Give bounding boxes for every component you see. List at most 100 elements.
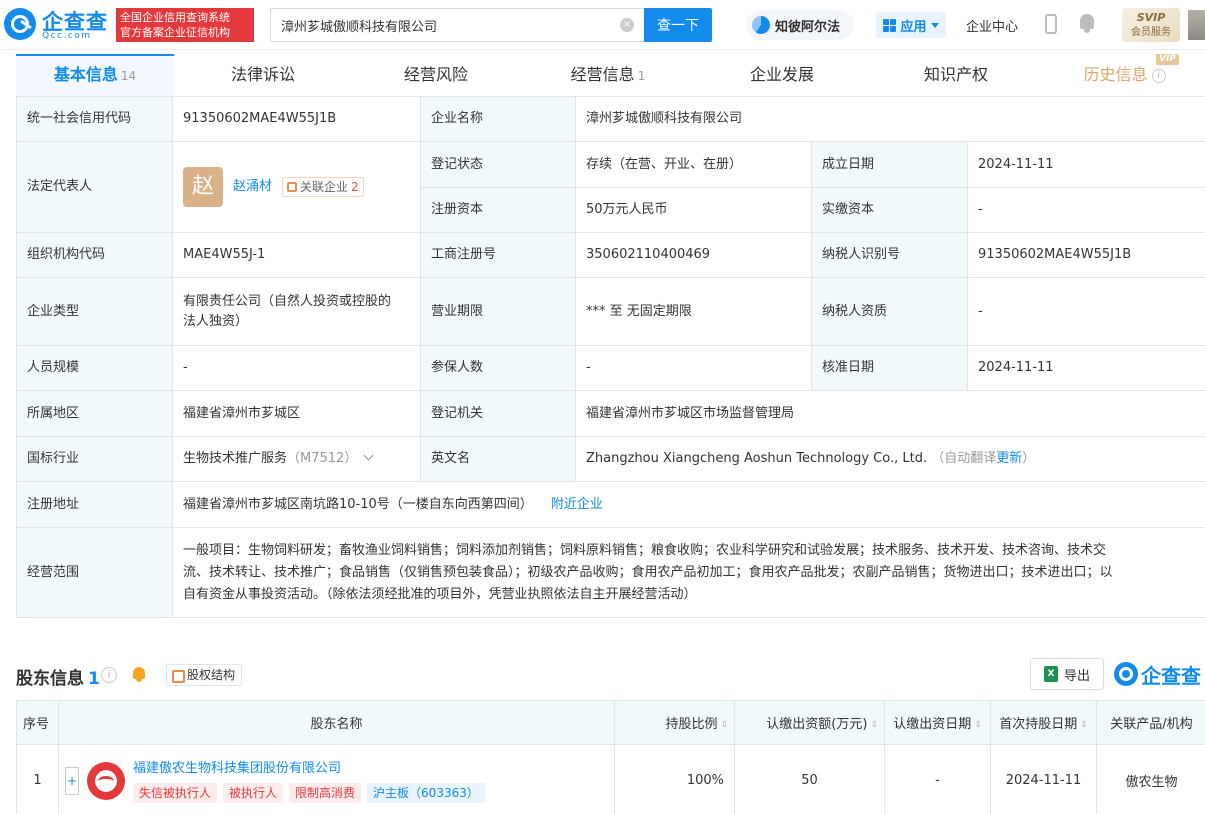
english-name: Zhangzhou Xiangcheng Aoshun Technology C… xyxy=(586,451,928,466)
gov-badge-line1: 全国企业信用查询系统 xyxy=(120,11,230,24)
table-row: 人员规模 - 参保人数 - 核准日期 2024-11-11 xyxy=(16,345,1205,391)
industry-value[interactable]: 生物技术推广服务（M7512） xyxy=(172,436,421,482)
auto-translate-note-end: ） xyxy=(1022,451,1036,466)
tab-risk[interactable]: 经营风险 xyxy=(352,54,520,96)
tab-basic-info[interactable]: 基本信息 14 xyxy=(16,54,174,96)
info-icon[interactable]: i xyxy=(1151,68,1166,83)
mobile-phone-icon[interactable] xyxy=(1045,14,1057,34)
address-label: 注册地址 xyxy=(16,481,173,528)
col-first-hold-date[interactable]: 首次持股日期 ⇕ xyxy=(990,700,1097,745)
related-companies-tag[interactable]: 关联企业 2 xyxy=(282,177,364,197)
related-icon xyxy=(287,182,298,192)
clear-icon[interactable]: × xyxy=(620,18,634,32)
scope-line2: 流、技术转让、技术推广；食品销售（仅销售预包装食品）；初级农产品收购；食用农产品… xyxy=(183,564,1113,580)
translate-update-link[interactable]: 更新 xyxy=(996,451,1022,466)
col-subscribed[interactable]: 认缴出资额(万元) ⇕ xyxy=(734,700,885,745)
col-index: 序号 xyxy=(16,700,59,745)
user-avatar[interactable] xyxy=(1188,10,1205,40)
related-label: 关联企业 xyxy=(300,180,349,194)
caret-down-icon xyxy=(930,22,939,28)
sort-icon[interactable]: ⇕ xyxy=(974,720,982,730)
scope-line3: 自有资金从事投资活动。（除依法须经批准的项目外，凭营业执照依法自主开展经营活动） xyxy=(183,586,697,602)
risk-tag[interactable]: 失信被执行人 xyxy=(133,782,218,803)
col-subscribe-date[interactable]: 认缴出资日期 ⇕ xyxy=(884,700,991,745)
col-ratio[interactable]: 持股比例 ⇕ xyxy=(614,700,735,745)
search-button[interactable]: 查一下 xyxy=(644,8,712,42)
enterprise-center-link[interactable]: 企业中心 xyxy=(966,16,1018,35)
top-bar: 企查查 Qcc.com 全国企业信用查询系统 官方备案企业征信机构 × 查一下 … xyxy=(0,0,1205,50)
expand-icon[interactable]: + xyxy=(65,766,79,795)
holding-ratio: 100% xyxy=(614,744,735,814)
notification-bell-icon[interactable] xyxy=(1078,14,1096,34)
credit-code-label: 统一社会信用代码 xyxy=(16,96,173,142)
sort-icon[interactable]: ⇕ xyxy=(720,720,728,730)
tab-label: 企业发展 xyxy=(749,65,814,84)
biz-reg-no-value: 350602110400469 xyxy=(575,232,812,278)
tab-label: 基本信息 xyxy=(53,65,118,84)
tab-label: 经营风险 xyxy=(403,65,468,84)
col-first-hold-label: 首次持股日期 xyxy=(999,717,1078,732)
risk-tag[interactable]: 限制高消费 xyxy=(289,782,362,803)
taxpayer-id-label: 纳税人识别号 xyxy=(811,232,968,278)
related-product-link[interactable]: 傲农生物 xyxy=(1096,744,1205,814)
sort-icon[interactable]: ⇕ xyxy=(1080,720,1088,730)
ent-type-line2: 法人独资） xyxy=(183,313,249,329)
brand-text: 企查查 xyxy=(1141,663,1201,688)
svip-button[interactable]: SVIP 会员服务 xyxy=(1122,8,1180,42)
tab-label: 经营信息 xyxy=(570,65,635,84)
zhibi-logo-icon xyxy=(752,16,770,34)
col-subscribe-date-label: 认缴出资日期 xyxy=(893,717,972,732)
search-input[interactable] xyxy=(270,8,644,42)
svip-label: SVIP xyxy=(1136,11,1166,24)
monitor-bell-icon[interactable] xyxy=(132,667,146,683)
table-row: 经营范围 一般项目：生物饲料研发；畜牧渔业饲料销售；饲料添加剂销售；饲料原料销售… xyxy=(16,527,1205,618)
sort-icon[interactable]: ⇕ xyxy=(870,720,878,730)
risk-tag[interactable]: 被执行人 xyxy=(223,782,284,803)
holder-logo[interactable] xyxy=(87,761,125,800)
export-label: 导出 xyxy=(1063,668,1090,684)
gov-badge: 全国企业信用查询系统 官方备案企业征信机构 xyxy=(116,8,254,42)
shareholders-title-text: 股东信息 xyxy=(16,669,84,689)
status-label: 登记状态 xyxy=(420,141,576,188)
region-value: 福建省漳州市芗城区 xyxy=(172,390,421,437)
table-header-row: 序号 股东名称 持股比例 ⇕ 认缴出资额(万元) ⇕ 认缴出资日期 ⇕ 首次持股日期 ⇕… xyxy=(16,700,1205,745)
industry-label: 国标行业 xyxy=(16,436,173,482)
legal-rep-avatar[interactable]: 赵 xyxy=(183,167,223,207)
apps-menu[interactable]: 应用 xyxy=(876,12,946,38)
legal-rep-name-link[interactable]: 赵涌材 xyxy=(233,177,272,197)
apps-label: 应用 xyxy=(900,19,927,35)
help-icon[interactable]: i xyxy=(101,667,117,683)
svip-sub-label: 会员服务 xyxy=(1131,27,1171,38)
legal-rep-cell: 赵 赵涌材 关联企业 2 xyxy=(172,141,421,233)
tab-ip[interactable]: 知识产权 xyxy=(868,54,1044,96)
tab-legal[interactable]: 法律诉讼 xyxy=(174,54,352,96)
staff-size-value: - xyxy=(172,345,421,391)
tab-history[interactable]: 历史信息 i VIP xyxy=(1044,54,1205,96)
company-name-label: 企业名称 xyxy=(420,96,576,142)
table-row: 1 + 福建傲农生物科技集团股份有限公司 失信被执行人 被执行人 限制高消费 沪… xyxy=(16,744,1205,814)
tab-development[interactable]: 企业发展 xyxy=(696,54,868,96)
tab-label: 法律诉讼 xyxy=(230,65,295,84)
insured-value: - xyxy=(575,345,812,391)
tab-operations[interactable]: 经营信息 1 xyxy=(520,54,696,96)
qcc-logo[interactable]: 企查查 Qcc.com xyxy=(4,8,112,42)
first-hold-date: 2024-11-11 xyxy=(990,744,1097,814)
equity-structure-button[interactable]: 股权结构 xyxy=(166,664,243,686)
chevron-down-icon[interactable] xyxy=(363,450,374,461)
address-value: 福建省漳州市芗城区南坑路10-10号（一楼自东向西第四间） 附近企业 xyxy=(171,481,1205,528)
english-name-value: Zhangzhou Xiangcheng Aoshun Technology C… xyxy=(574,436,1205,482)
nearby-companies-link[interactable]: 附近企业 xyxy=(551,497,603,512)
zhibi-alpha-button[interactable]: 知彼阿尔法 xyxy=(746,10,854,40)
table-row: 统一社会信用代码 91350602MAE4W55J1B 企业名称 漳州芗城傲顺科… xyxy=(16,96,1205,142)
qcc-logo-icon xyxy=(4,8,36,40)
subscribed-amount: 50 xyxy=(734,744,885,814)
holder-name-link[interactable]: 福建傲农生物科技集团股份有限公司 xyxy=(133,759,485,779)
board-tag[interactable]: 沪主板（603363） xyxy=(367,782,485,803)
table-row: 注册地址 福建省漳州市芗城区南坑路10-10号（一楼自东向西第四间） 附近企业 xyxy=(16,481,1205,528)
ent-type-line1: 有限责任公司（自然人投资或控股的 xyxy=(183,293,392,309)
tab-count: 14 xyxy=(120,69,137,83)
org-code-label: 组织机构代码 xyxy=(16,232,173,278)
status-value: 存续（在营、开业、在册） xyxy=(575,141,812,188)
export-button[interactable]: X 导出 xyxy=(1030,658,1104,690)
reg-capital-label: 注册资本 xyxy=(420,187,576,233)
